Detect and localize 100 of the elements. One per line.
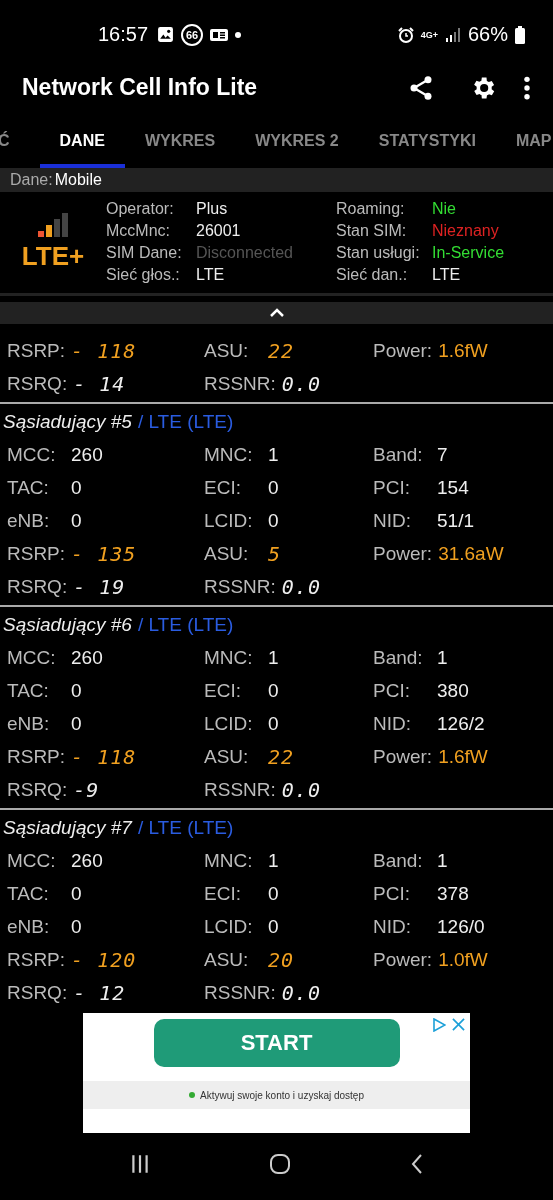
status-dot-icon bbox=[189, 1092, 195, 1099]
technology-label: LTE+ bbox=[21, 240, 85, 272]
menu-icon[interactable] bbox=[523, 74, 531, 101]
field-label: ASU: bbox=[204, 948, 250, 971]
field-label: MNC: bbox=[204, 849, 254, 872]
info-value: LTE bbox=[196, 266, 226, 285]
chevron-up-icon[interactable] bbox=[268, 307, 285, 318]
field-label: MCC: bbox=[7, 849, 57, 872]
info-label: Sieć głos.: bbox=[106, 266, 181, 285]
field-value: 0.0 bbox=[281, 574, 321, 599]
signal-icon bbox=[444, 27, 461, 42]
field-value: 0.0 bbox=[281, 371, 321, 396]
field-label: NID: bbox=[373, 509, 412, 532]
field-value: 0 bbox=[268, 476, 279, 499]
field-value: 0 bbox=[268, 712, 279, 735]
field-value: 260 bbox=[71, 646, 103, 669]
field-value: 1.0fW bbox=[438, 948, 488, 971]
field-label: eNB: bbox=[7, 915, 51, 938]
field-label: eNB: bbox=[7, 712, 51, 735]
field-label: RSSNR: bbox=[204, 372, 276, 395]
field-value: 0 bbox=[71, 509, 82, 532]
close-icon[interactable] bbox=[452, 1018, 465, 1032]
field-label: Band: bbox=[373, 646, 424, 669]
field-value: -9 bbox=[73, 777, 100, 802]
field-label: Power: bbox=[373, 948, 433, 971]
info-value: LTE bbox=[432, 266, 462, 285]
field-value: 1.6fW bbox=[438, 339, 488, 362]
field-label: ECI: bbox=[204, 476, 242, 499]
field-value: 5 bbox=[268, 541, 282, 566]
field-label: RSRP: bbox=[7, 542, 66, 565]
field-label: ASU: bbox=[204, 542, 250, 565]
info-label: Operator: bbox=[106, 200, 175, 219]
cell-technology: / LTE (LTE) bbox=[137, 411, 234, 434]
field-value: 31.6aW bbox=[438, 542, 504, 565]
field-label: RSRQ: bbox=[7, 981, 68, 1004]
info-label: Stan usługi: bbox=[336, 244, 421, 263]
field-value: 1.6fW bbox=[438, 745, 488, 768]
network-type: 4G+ bbox=[420, 29, 438, 40]
field-value: 51/1 bbox=[437, 509, 474, 532]
info-label: SIM Dane: bbox=[106, 244, 183, 263]
field-label: MCC: bbox=[7, 646, 57, 669]
field-label: PCI: bbox=[373, 476, 411, 499]
adchoices-icon[interactable] bbox=[432, 1018, 446, 1033]
info-value: In-Service bbox=[432, 244, 505, 263]
card-icon bbox=[210, 27, 229, 42]
notification-badge: 66 bbox=[181, 23, 204, 46]
field-value: 1 bbox=[437, 646, 448, 669]
tab[interactable]: WYKRES bbox=[144, 131, 216, 168]
field-value: 0.0 bbox=[281, 980, 321, 1005]
field-label: TAC: bbox=[7, 476, 50, 499]
field-value: 378 bbox=[437, 882, 469, 905]
field-label: ASU: bbox=[204, 339, 250, 362]
tab[interactable]: MAP bbox=[515, 131, 552, 168]
field-value: 20 bbox=[268, 947, 295, 972]
field-label: RSRQ: bbox=[7, 372, 68, 395]
back-icon[interactable] bbox=[409, 1153, 424, 1176]
field-label: TAC: bbox=[7, 882, 50, 905]
start-button[interactable]: START bbox=[153, 1019, 400, 1068]
cell-title: Sąsiadujący #5 bbox=[3, 411, 132, 434]
field-value: 260 bbox=[71, 849, 103, 872]
info-value: Nie bbox=[432, 200, 457, 219]
info-value: 26001 bbox=[196, 222, 242, 241]
field-label: TAC: bbox=[7, 679, 50, 702]
field-label: LCID: bbox=[204, 915, 254, 938]
info-label: Stan SIM: bbox=[336, 222, 408, 241]
field-label: LCID: bbox=[204, 509, 254, 532]
cell-technology: / LTE (LTE) bbox=[137, 817, 234, 840]
field-label: LCID: bbox=[204, 712, 254, 735]
battery-icon bbox=[515, 25, 525, 44]
field-label: RSSNR: bbox=[204, 981, 276, 1004]
field-value: 260 bbox=[71, 443, 103, 466]
field-value: - 135 bbox=[71, 541, 137, 566]
field-value: 126/2 bbox=[437, 712, 485, 735]
field-value: 1 bbox=[437, 849, 448, 872]
home-icon[interactable] bbox=[269, 1153, 292, 1176]
field-value: - 12 bbox=[73, 980, 126, 1005]
tab[interactable]: WYKRES 2 bbox=[255, 131, 339, 168]
info-label: Roaming: bbox=[336, 200, 406, 219]
cell-technology: / LTE (LTE) bbox=[137, 614, 234, 637]
field-value: - 19 bbox=[73, 574, 126, 599]
field-value: 0.0 bbox=[281, 777, 321, 802]
ad-banner[interactable]: START Aktywuj swoje konto i uzyskaj dostęp bbox=[83, 1013, 470, 1134]
field-label: MCC: bbox=[7, 443, 57, 466]
field-value: 0 bbox=[71, 679, 82, 702]
field-label: PCI: bbox=[373, 882, 411, 905]
field-value: 0 bbox=[268, 679, 279, 702]
info-value: Plus bbox=[196, 200, 229, 219]
field-value: 7 bbox=[437, 443, 448, 466]
ad-caption: Aktywuj swoje konto i uzyskaj dostęp bbox=[200, 1089, 364, 1101]
alarm-icon bbox=[397, 26, 414, 43]
field-value: - 120 bbox=[71, 947, 137, 972]
battery-percent: 66% bbox=[467, 23, 508, 46]
field-label: RSRP: bbox=[7, 339, 66, 362]
cell-title: Sąsiadujący #6 bbox=[3, 614, 132, 637]
info-value: Nieznany bbox=[432, 222, 500, 241]
field-label: ASU: bbox=[204, 745, 250, 768]
tab[interactable]: STATYSTYKI bbox=[378, 131, 476, 168]
field-value: - 118 bbox=[71, 744, 137, 769]
field-label: Band: bbox=[373, 443, 424, 466]
field-label: Band: bbox=[373, 849, 424, 872]
